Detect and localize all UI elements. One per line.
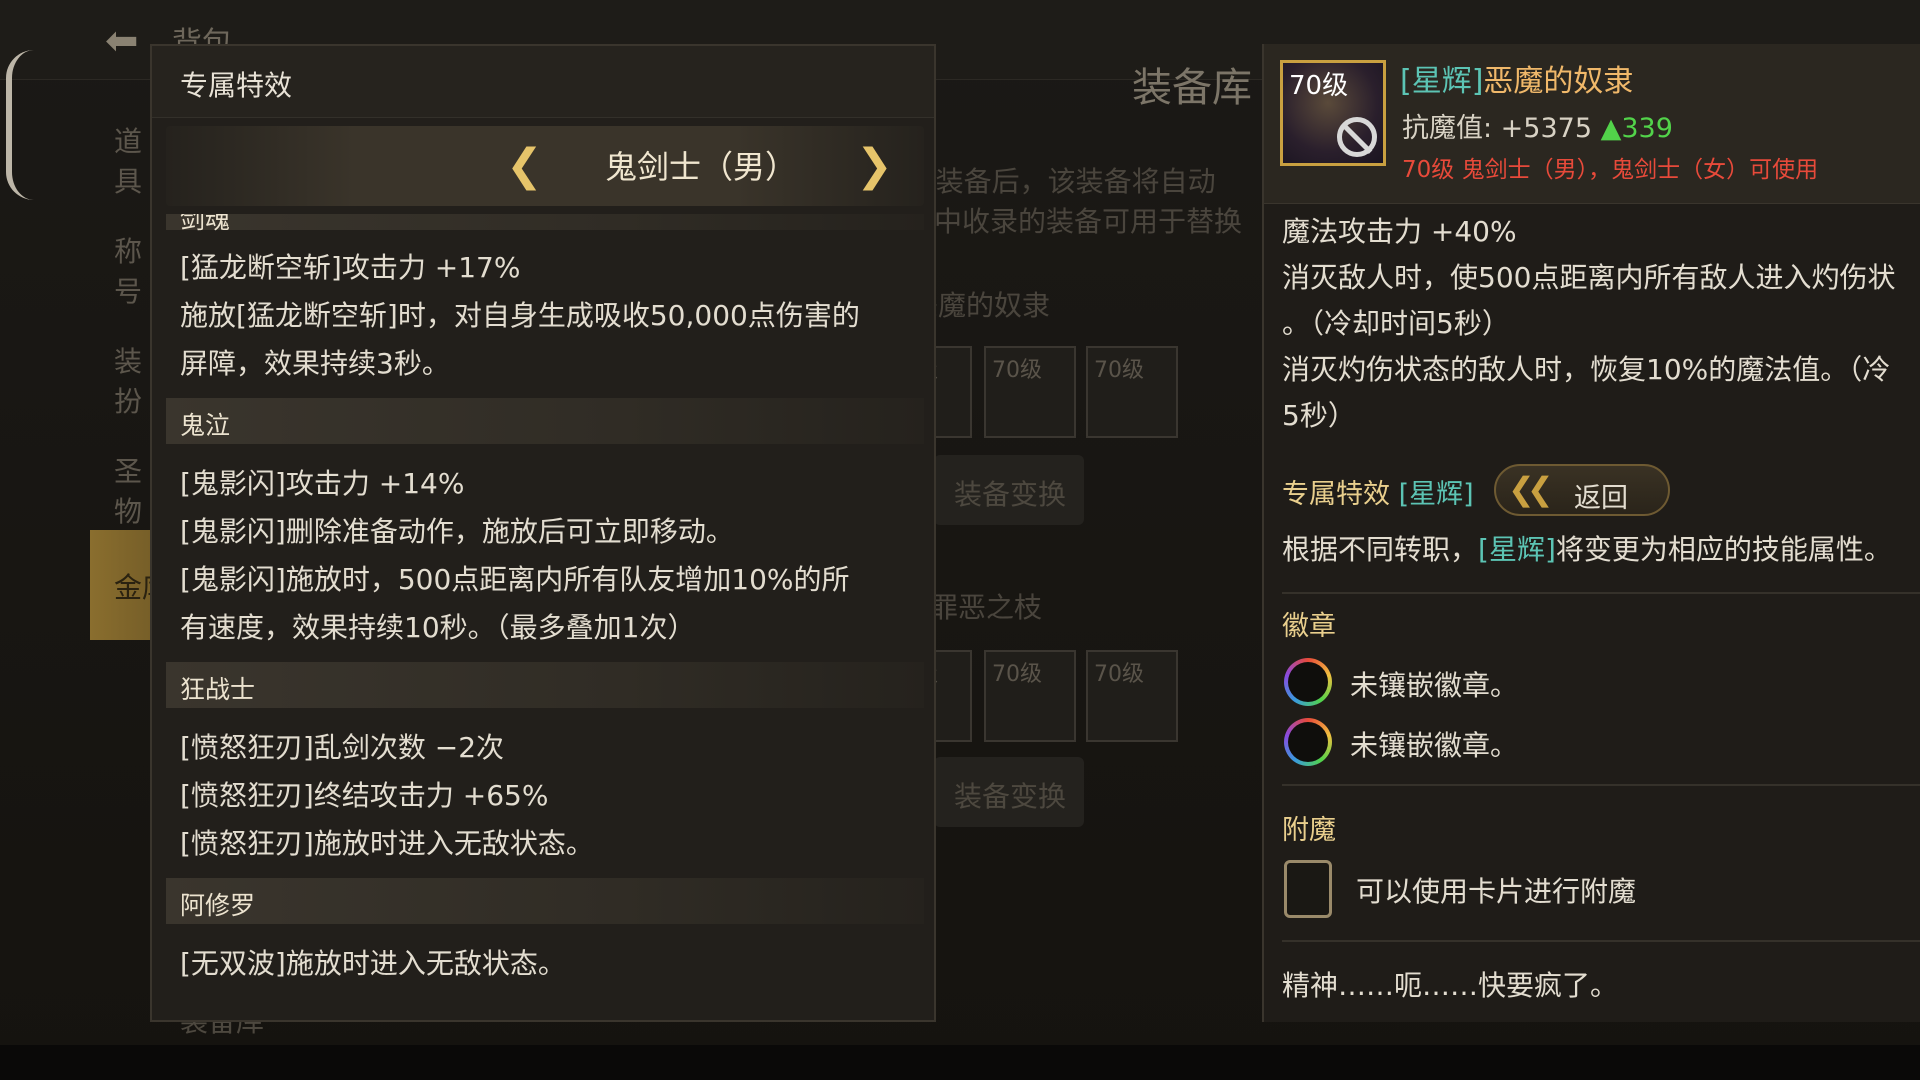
bottom-bar <box>0 1045 1920 1080</box>
selected-class: 鬼剑士（男） <box>604 148 797 186</box>
special-desc-tag: [星辉] <box>1478 533 1556 566</box>
enchant-text: 可以使用卡片进行附魔 <box>1356 875 1637 908</box>
effect-line: [愤怒狂刃]乱剑次数 −2次 <box>180 731 505 764</box>
emblem-slot-text: 未镶嵌徽章。 <box>1350 729 1519 762</box>
slot-level: 70级 <box>1094 662 1144 687</box>
emblem-slot-text: 未镶嵌徽章。 <box>1350 669 1519 702</box>
stat-delta: ▲339 <box>1600 113 1673 144</box>
effects-list[interactable]: 剑魂 [猛龙断空斩]攻击力 +17% 施放[猛龙断空斩]时，对自身生成吸收50,… <box>152 214 934 1020</box>
emblem-slot-icon[interactable] <box>1284 658 1332 706</box>
special-desc-prefix: 根据不同转职， <box>1282 533 1479 566</box>
back-arrow-icon[interactable]: ⬅ <box>105 18 151 64</box>
item-effect: 消灭灼伤状态的敌人时，恢复10%的魔法值。（冷 <box>1282 353 1891 386</box>
chevron-left-icon[interactable]: ❮ <box>506 140 543 192</box>
item-name: [星辉]恶魔的奴隶 <box>1400 56 1633 100</box>
double-chevron-left-icon: ❮❮ <box>1508 470 1554 508</box>
section-header: 阿修罗 <box>166 878 924 924</box>
item-effect: 魔法攻击力 +40% <box>1282 215 1517 248</box>
stat-label: 抗魔值: +5375 <box>1402 113 1593 144</box>
swap-label: 装备变换 <box>954 478 1067 511</box>
side-scroll-indicator[interactable] <box>6 50 34 200</box>
enchant-title: 附魔 <box>1282 815 1336 846</box>
vault-slot[interactable]: 70级 <box>984 650 1076 742</box>
effect-line: 施放[猛龙断空斩]时，对自身生成吸收50,000点伤害的 <box>180 299 860 332</box>
divider <box>1282 940 1920 942</box>
section-header: 鬼泣 <box>166 398 924 444</box>
effect-line: [鬼影闪]攻击力 +14% <box>180 467 465 500</box>
divider <box>1282 784 1920 786</box>
divider <box>1282 592 1920 594</box>
slot-level: 70级 <box>992 358 1042 383</box>
item-effect: 5秒） <box>1282 399 1356 432</box>
section-header: 剑魂 <box>166 214 924 234</box>
slot-level: 70级 <box>992 662 1042 687</box>
item-name-tag: [星辉] <box>1400 64 1484 99</box>
card-slot-icon[interactable] <box>1284 860 1332 918</box>
effect-line: [鬼影闪]施放时，500点距离内所有队友增加10%的所 <box>180 563 850 596</box>
item-effect: 。（冷却时间5秒） <box>1282 307 1510 340</box>
group-name-2: 罪恶之枝 <box>930 591 1043 624</box>
item-header: 70级 [星辉]恶魔的奴隶 抗魔值: +5375 ▲339 70级 鬼剑士（男）… <box>1264 44 1920 204</box>
vault-slot[interactable]: 70级 <box>1086 650 1178 742</box>
vault-slot[interactable]: 70级 <box>1086 346 1178 438</box>
item-level-badge: 70级 <box>1289 71 1349 101</box>
section-title: 阿修罗 <box>180 891 256 920</box>
emblem-title: 徽章 <box>1282 611 1336 642</box>
section-header: 狂战士 <box>166 662 924 708</box>
special-desc-suffix: 将变更为相应的技能属性。 <box>1555 533 1892 566</box>
item-name-text: 恶魔的奴隶 <box>1483 64 1634 99</box>
exclusive-effects-panel: 专属特效 ❮ 鬼剑士（男） ❯ 剑魂 [猛龙断空斩]攻击力 +17% 施放[猛龙… <box>150 44 936 1022</box>
section-title: 狂战士 <box>180 675 256 704</box>
item-tooltip: 70级 [星辉]恶魔的奴隶 抗魔值: +5375 ▲339 70级 鬼剑士（男）… <box>1262 44 1920 1022</box>
effect-line: 屏障，效果持续3秒。 <box>180 347 450 380</box>
effect-line: [无双波]施放时进入无敌状态。 <box>180 947 566 980</box>
special-effect-desc: 根据不同转职，[星辉]将变更为相应的技能属性。 <box>1282 528 1892 568</box>
effect-line: [鬼影闪]删除准备动作，施放后可立即移动。 <box>180 515 734 548</box>
chevron-right-icon[interactable]: ❯ <box>856 140 893 192</box>
no-entry-icon <box>1337 117 1377 157</box>
item-icon: 70级 <box>1280 60 1386 166</box>
section-title: 剑魂 <box>180 214 231 234</box>
vault-title: 装备库 <box>1132 65 1252 111</box>
return-label: 返回 <box>1574 483 1628 514</box>
class-selector: ❮ 鬼剑士（男） ❯ <box>166 126 924 206</box>
section-title: 鬼泣 <box>180 411 231 440</box>
special-effect-title: 专属特效 [星辉] <box>1282 472 1474 511</box>
emblem-slot-icon[interactable] <box>1284 718 1332 766</box>
special-effect-tag: [星辉] <box>1398 479 1474 510</box>
effect-line: [猛龙断空斩]攻击力 +17% <box>180 251 521 284</box>
item-flavor-text: 精神……呃……快要疯了。 <box>1282 969 1619 1002</box>
effect-line: [愤怒狂刃]施放时进入无敌状态。 <box>180 827 594 860</box>
item-requirement: 70级 鬼剑士（男），鬼剑士（女）可使用 <box>1402 157 1819 183</box>
swap-label: 装备变换 <box>954 780 1067 813</box>
return-button[interactable]: ❮❮ 返回 <box>1494 464 1670 516</box>
swap-button-2[interactable]: 装备变换 <box>934 757 1084 827</box>
effect-line: 有速度，效果持续10秒。（最多叠加1次） <box>180 611 696 644</box>
panel-header: 专属特效 <box>152 46 934 118</box>
effect-line: [愤怒狂刃]终结攻击力 +65% <box>180 779 549 812</box>
special-effect-label: 专属特效 <box>1282 479 1390 510</box>
swap-button-1[interactable]: 装备变换 <box>934 455 1084 525</box>
item-stat: 抗魔值: +5375 ▲339 <box>1402 106 1673 145</box>
panel-title: 专属特效 <box>180 69 293 102</box>
slot-level: 70级 <box>1094 358 1144 383</box>
item-effect: 消灭敌人时，使500点距离内所有敌人进入灼伤状 <box>1282 261 1896 294</box>
vault-slot[interactable]: 70级 <box>984 346 1076 438</box>
